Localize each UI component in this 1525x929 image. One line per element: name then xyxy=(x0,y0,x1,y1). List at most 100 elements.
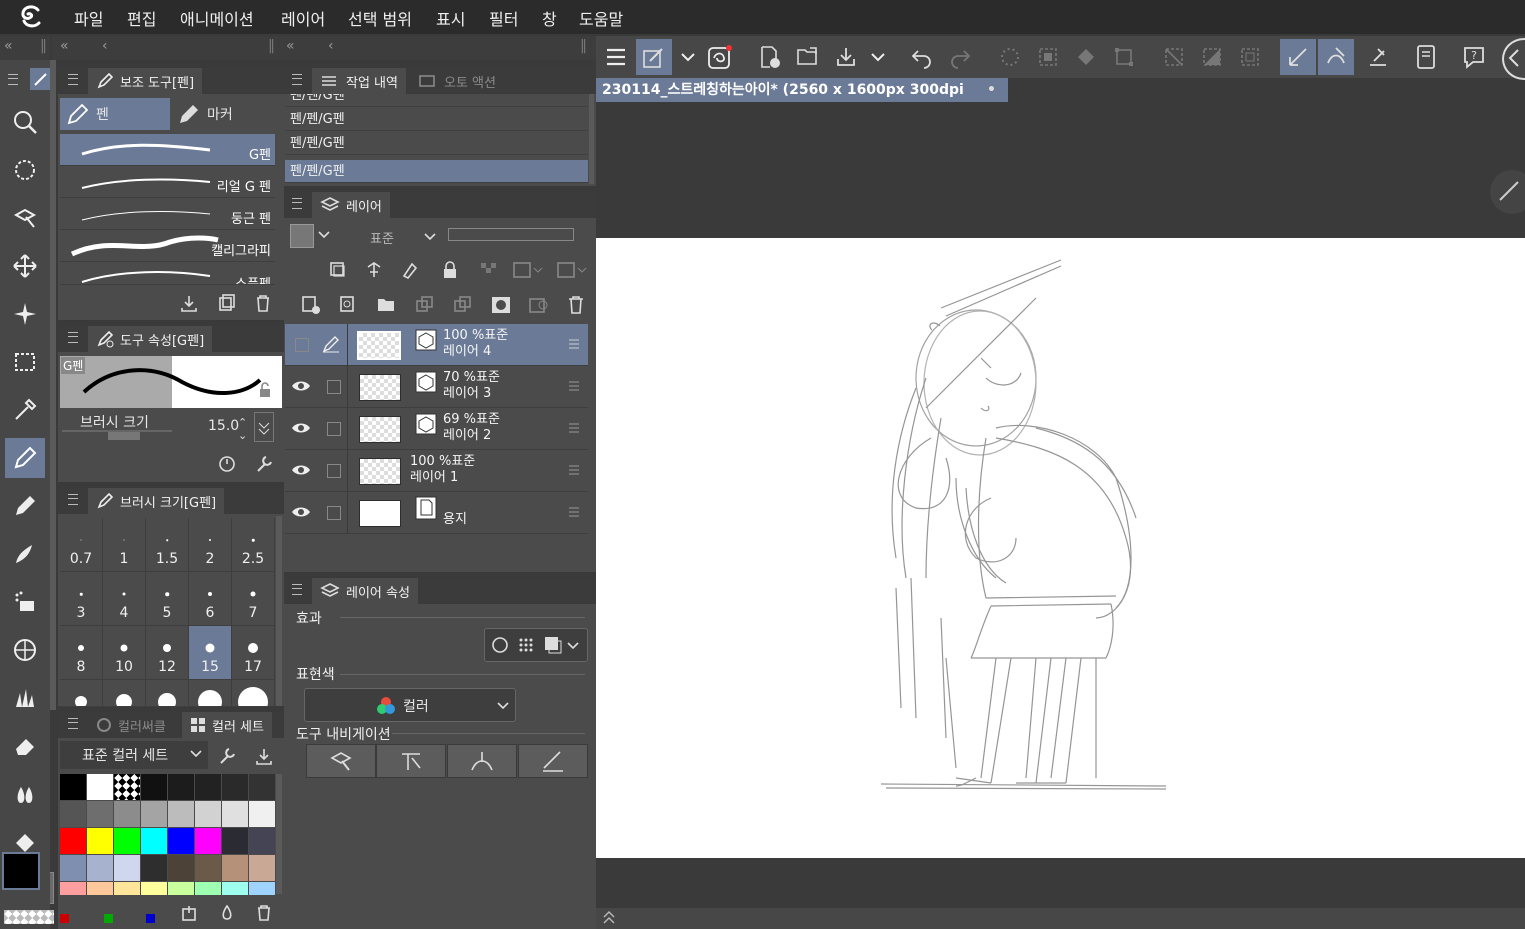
expand-up-icon[interactable] xyxy=(602,909,616,927)
brush-size-option[interactable]: 5 xyxy=(146,572,189,626)
layer-row[interactable]: 100 %표준 레이어 4 xyxy=(285,324,588,366)
color-swatch[interactable] xyxy=(195,774,221,800)
color-set-import-icon[interactable] xyxy=(251,743,277,769)
collapse-left-icon[interactable]: « xyxy=(286,38,295,54)
collapse-left-icon[interactable]: « xyxy=(4,38,13,54)
selection-border-icon[interactable] xyxy=(1232,39,1268,75)
expand-icon[interactable] xyxy=(254,412,274,442)
layer-row[interactable]: 용지 xyxy=(285,492,588,534)
color-swatch[interactable] xyxy=(141,801,167,827)
lock-icon[interactable] xyxy=(258,382,272,398)
fill-selection-icon[interactable] xyxy=(1068,39,1104,75)
rotate-tool-icon[interactable] xyxy=(5,150,45,190)
menu-icon[interactable] xyxy=(68,718,78,729)
brush-g-pen[interactable]: G펜 xyxy=(60,134,275,166)
history-item[interactable]: 펜/펜/G펜 xyxy=(285,132,588,155)
color-swatch[interactable] xyxy=(87,855,113,881)
brush-size-tab[interactable]: 브러시 크기[G펜] xyxy=(88,488,225,514)
color-set-tab[interactable]: 컬러 세트 xyxy=(182,712,272,738)
menu-icon[interactable] xyxy=(68,332,78,343)
layer-checkbox[interactable] xyxy=(327,380,341,394)
brush-size-option[interactable]: 4 xyxy=(103,572,146,626)
layer-color-box[interactable] xyxy=(290,224,314,248)
layer-row[interactable]: 100 %표준 레이어 1 xyxy=(285,450,588,492)
menu-animation[interactable]: 애니메이션 xyxy=(180,6,254,30)
expression-color-select[interactable]: 컬러 xyxy=(304,688,516,722)
color-swatch[interactable] xyxy=(222,828,248,854)
brush-size-option[interactable] xyxy=(189,680,232,707)
color-swatch[interactable] xyxy=(195,855,221,881)
layer-checkbox[interactable] xyxy=(327,464,341,478)
color-swatch[interactable] xyxy=(222,801,248,827)
brush-size-option[interactable] xyxy=(232,680,275,707)
brush-size-option[interactable]: 3 xyxy=(60,572,103,626)
color-swatch[interactable] xyxy=(60,855,86,881)
import-subtool-icon[interactable] xyxy=(176,290,202,316)
color-swatch[interactable] xyxy=(195,882,221,895)
layer-row[interactable]: 70 %표준 레이어 3 xyxy=(285,366,588,408)
brush-size-option[interactable] xyxy=(146,680,189,707)
color-swatch[interactable] xyxy=(168,882,194,895)
color-swatch[interactable] xyxy=(141,774,167,800)
brush-size-option[interactable]: 2.5 xyxy=(232,518,275,572)
grip-icon[interactable]: ‖ xyxy=(40,38,47,54)
layer-checkbox[interactable] xyxy=(327,506,341,520)
subtool-tab-pen[interactable]: 펜 xyxy=(60,98,170,130)
brush-size-option[interactable]: 8 xyxy=(60,626,103,680)
reference-layer-icon[interactable] xyxy=(364,260,384,280)
lock-layer-icon[interactable] xyxy=(440,260,460,280)
menu-file[interactable]: 파일 xyxy=(74,6,103,30)
color-swatch[interactable] xyxy=(222,882,248,895)
snap-to-ruler-icon[interactable] xyxy=(1280,39,1316,75)
color-swatch[interactable] xyxy=(249,774,275,800)
merge-layer-icon[interactable] xyxy=(452,294,474,316)
brush-round-pen[interactable]: 둥근 펜 xyxy=(60,198,275,230)
menu-view[interactable]: 표시 xyxy=(436,6,465,30)
layer-checkbox[interactable] xyxy=(295,338,309,352)
brush-size-option[interactable]: 12 xyxy=(146,626,189,680)
history-scrollbar[interactable] xyxy=(589,94,594,184)
color-swatch[interactable] xyxy=(60,882,86,895)
color-swatch[interactable] xyxy=(114,882,140,895)
delete-subtool-icon[interactable] xyxy=(250,290,276,316)
blend-tool-icon[interactable] xyxy=(5,774,45,814)
new-raster-layer-icon[interactable] xyxy=(300,294,322,316)
color-swatch[interactable] xyxy=(60,801,86,827)
deselect-icon[interactable] xyxy=(1156,39,1192,75)
brush-size-option[interactable]: 1.5 xyxy=(146,518,189,572)
menu-selection[interactable]: 선택 범위 xyxy=(348,6,412,30)
color-swatch[interactable] xyxy=(249,828,275,854)
grip-icon[interactable]: ‖ xyxy=(580,38,587,54)
layer-checkbox[interactable] xyxy=(327,422,341,436)
color-swatch[interactable] xyxy=(141,855,167,881)
save-icon[interactable] xyxy=(828,39,864,75)
brush-size-option[interactable]: 6 xyxy=(189,572,232,626)
menu-icon[interactable] xyxy=(8,74,18,85)
color-wheel-tab[interactable]: 컬러써클 xyxy=(88,712,174,738)
brush-size-option[interactable] xyxy=(60,680,103,707)
menu-filter[interactable]: 필터 xyxy=(489,6,518,30)
color-swatch[interactable] xyxy=(249,855,275,881)
brush-real-g-pen[interactable]: 리얼 G 펜 xyxy=(60,166,275,198)
history-item[interactable]: 펜/펜/G펜 xyxy=(285,108,588,131)
layer-mask-icon[interactable] xyxy=(490,294,512,316)
chevron-left-icon[interactable]: ‹ xyxy=(328,38,334,54)
snap-to-special-ruler-icon[interactable] xyxy=(1318,39,1354,75)
new-file-icon[interactable] xyxy=(752,39,788,75)
delete-color-icon[interactable] xyxy=(251,900,277,926)
eye-icon[interactable] xyxy=(291,462,311,478)
color-swatch[interactable] xyxy=(87,774,113,800)
color-swatch[interactable] xyxy=(60,828,86,854)
subtool-tab[interactable]: 보조 도구[펜] xyxy=(88,68,203,94)
new-folder-icon[interactable] xyxy=(376,294,398,316)
color-set-scrollbar[interactable] xyxy=(276,774,282,894)
drag-handle-icon[interactable] xyxy=(569,338,579,350)
brush-spoon-pen[interactable]: 스푼펜 xyxy=(60,262,275,285)
opacity-slider[interactable] xyxy=(448,228,574,241)
color-swatch[interactable] xyxy=(249,801,275,827)
menu-edit[interactable]: 편집 xyxy=(127,6,156,30)
layer-row[interactable]: 69 %표준 레이어 2 xyxy=(285,408,588,450)
menu-icon[interactable] xyxy=(68,74,78,85)
blend-mode-select[interactable]: 표준 xyxy=(360,224,440,248)
duplicate-subtool-icon[interactable] xyxy=(214,290,240,316)
